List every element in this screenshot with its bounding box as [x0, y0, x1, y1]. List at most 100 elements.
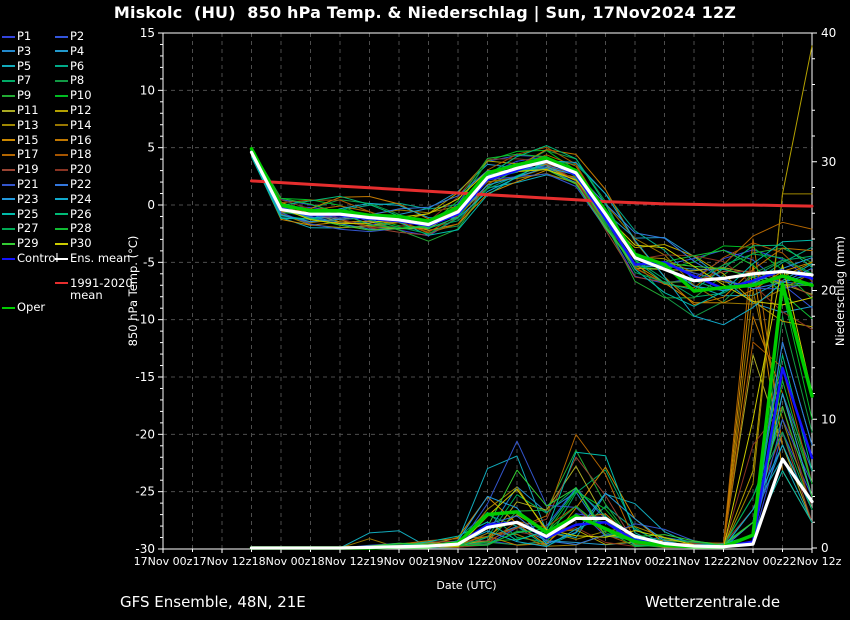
precip-tick-label: 40 [821, 26, 836, 40]
legend-member-p5: P5 [2, 59, 31, 74]
legend-control-label: Control [17, 252, 59, 265]
legend-member-p29-label: P29 [17, 237, 39, 250]
legend-member-p17: P17 [2, 147, 39, 162]
legend-climate-mean-label: 1991-2020mean [70, 277, 133, 301]
temp-tick-label: 0 [147, 198, 155, 212]
legend-ens-mean-label: Ens. mean [70, 252, 130, 265]
legend-member-p22-swatch [55, 184, 68, 186]
legend-row: P29 P30 [2, 236, 132, 251]
legend-member-p1-label: P1 [17, 30, 31, 43]
legend-member-p14-label: P14 [70, 119, 92, 132]
temp-tick-label: -20 [135, 427, 155, 441]
legend-row: P13 P14 [2, 118, 132, 133]
legend-member-p27-label: P27 [17, 222, 39, 235]
legend-control-swatch [2, 258, 15, 260]
legend-member-p14: P14 [55, 118, 92, 133]
legend-member-p28: P28 [55, 221, 92, 236]
legend-member-p17-swatch [2, 154, 15, 156]
legend-control: Control [2, 251, 59, 266]
legend-member-p15-swatch [2, 139, 15, 141]
legend-member-p12-swatch [55, 110, 68, 112]
date-tick-label: 20Nov 00z [488, 555, 547, 568]
date-tick-label: 19Nov 12z [429, 555, 488, 568]
temp-tick-label: -30 [135, 542, 155, 556]
legend-member-p16: P16 [55, 133, 92, 148]
legend-member-p2-label: P2 [70, 30, 84, 43]
legend-row: P1 P2 [2, 29, 132, 44]
precip-tick-label: 10 [821, 412, 836, 426]
date-tick-label: 21Nov 00z [606, 555, 665, 568]
legend-member-p20-swatch [55, 169, 68, 171]
legend-member-p11: P11 [2, 103, 39, 118]
date-tick-label: 17Nov 00z [134, 555, 193, 568]
member-temp-line-P24 [252, 155, 813, 325]
legend-climate-mean-swatch [55, 282, 68, 284]
legend-member-p10-label: P10 [70, 89, 92, 102]
legend-member-p23-swatch [2, 198, 15, 200]
legend-member-p22: P22 [55, 177, 92, 192]
legend-member-p25-label: P25 [17, 208, 39, 221]
legend-member-p30: P30 [55, 236, 92, 251]
legend-row: P17 P18 [2, 147, 132, 162]
legend-member-p19: P19 [2, 162, 39, 177]
date-tick-label: 21Nov 12z [665, 555, 724, 568]
member-precip-line-P17 [252, 239, 813, 548]
legend-oper-swatch [2, 307, 15, 309]
legend-member-p7: P7 [2, 73, 31, 88]
legend-member-p9: P9 [2, 88, 31, 103]
date-tick-label: 19Nov 00z [370, 555, 429, 568]
legend-ens-mean-swatch [55, 258, 68, 260]
legend-member-p8-label: P8 [70, 74, 84, 87]
legend-member-p24-label: P24 [70, 193, 92, 206]
legend-member-p9-label: P9 [17, 89, 31, 102]
legend-member-p26-label: P26 [70, 208, 92, 221]
legend-member-p8-swatch [55, 80, 68, 82]
legend-row: P21 P22 [2, 177, 132, 192]
legend-member-p2-swatch [55, 36, 68, 38]
legend-member-p29: P29 [2, 236, 39, 251]
member-temp-line-P12 [252, 147, 813, 326]
legend-member-p27: P27 [2, 221, 39, 236]
legend-member-p4: P4 [55, 44, 84, 59]
date-tick-label: 20Nov 12z [547, 555, 606, 568]
legend-row: P11 P12 [2, 103, 132, 118]
temp-tick-label: -15 [135, 370, 155, 384]
legend-member-p1-swatch [2, 36, 15, 38]
date-tick-label: 22Nov 00z [724, 555, 783, 568]
member-precip-line-P11 [252, 355, 813, 548]
legend-member-p17-label: P17 [17, 148, 39, 161]
legend-member-p12: P12 [55, 103, 92, 118]
date-tick-label: 22Nov 12z [783, 555, 842, 568]
legend-row: P3 P4 [2, 44, 132, 59]
legend-member-p30-label: P30 [70, 237, 92, 250]
legend-member-p5-label: P5 [17, 60, 31, 73]
legend-member-p13-swatch [2, 124, 15, 126]
legend-member-p10-swatch [55, 95, 68, 97]
climate-mean-temp-line [252, 181, 813, 206]
legend-member-p7-swatch [2, 80, 15, 82]
temp-tick-label: 5 [147, 141, 155, 155]
legend-member-p20: P20 [55, 162, 92, 177]
legend-member-p26: P26 [55, 207, 92, 222]
legend-member-p13-label: P13 [17, 119, 39, 132]
legend-row: P23P24 [2, 192, 132, 207]
legend-member-p25-swatch [2, 213, 15, 215]
legend-row: P9 P10 [2, 88, 132, 103]
model-info-label: GFS Ensemble, 48N, 21E [120, 593, 306, 611]
temp-tick-label: 10 [140, 83, 155, 97]
legend-member-p26-swatch [55, 213, 68, 215]
legend-row: Oper [2, 300, 132, 315]
legend-member-p3: P3 [2, 44, 31, 59]
legend-oper-label: Oper [17, 301, 45, 314]
legend-member-p25: P25 [2, 207, 39, 222]
legend-member-p18-swatch [55, 154, 68, 156]
legend-member-p12-label: P12 [70, 104, 92, 117]
legend-member-p18: P18 [55, 147, 92, 162]
legend-member-p10: P10 [55, 88, 92, 103]
legend-member-p2: P2 [55, 29, 84, 44]
legend-member-p21-label: P21 [17, 178, 39, 191]
legend-member-p27-swatch [2, 228, 15, 230]
legend-member-p3-label: P3 [17, 45, 31, 58]
temp-tick-label: -5 [143, 255, 155, 269]
legend-member-p15-label: P15 [17, 134, 39, 147]
